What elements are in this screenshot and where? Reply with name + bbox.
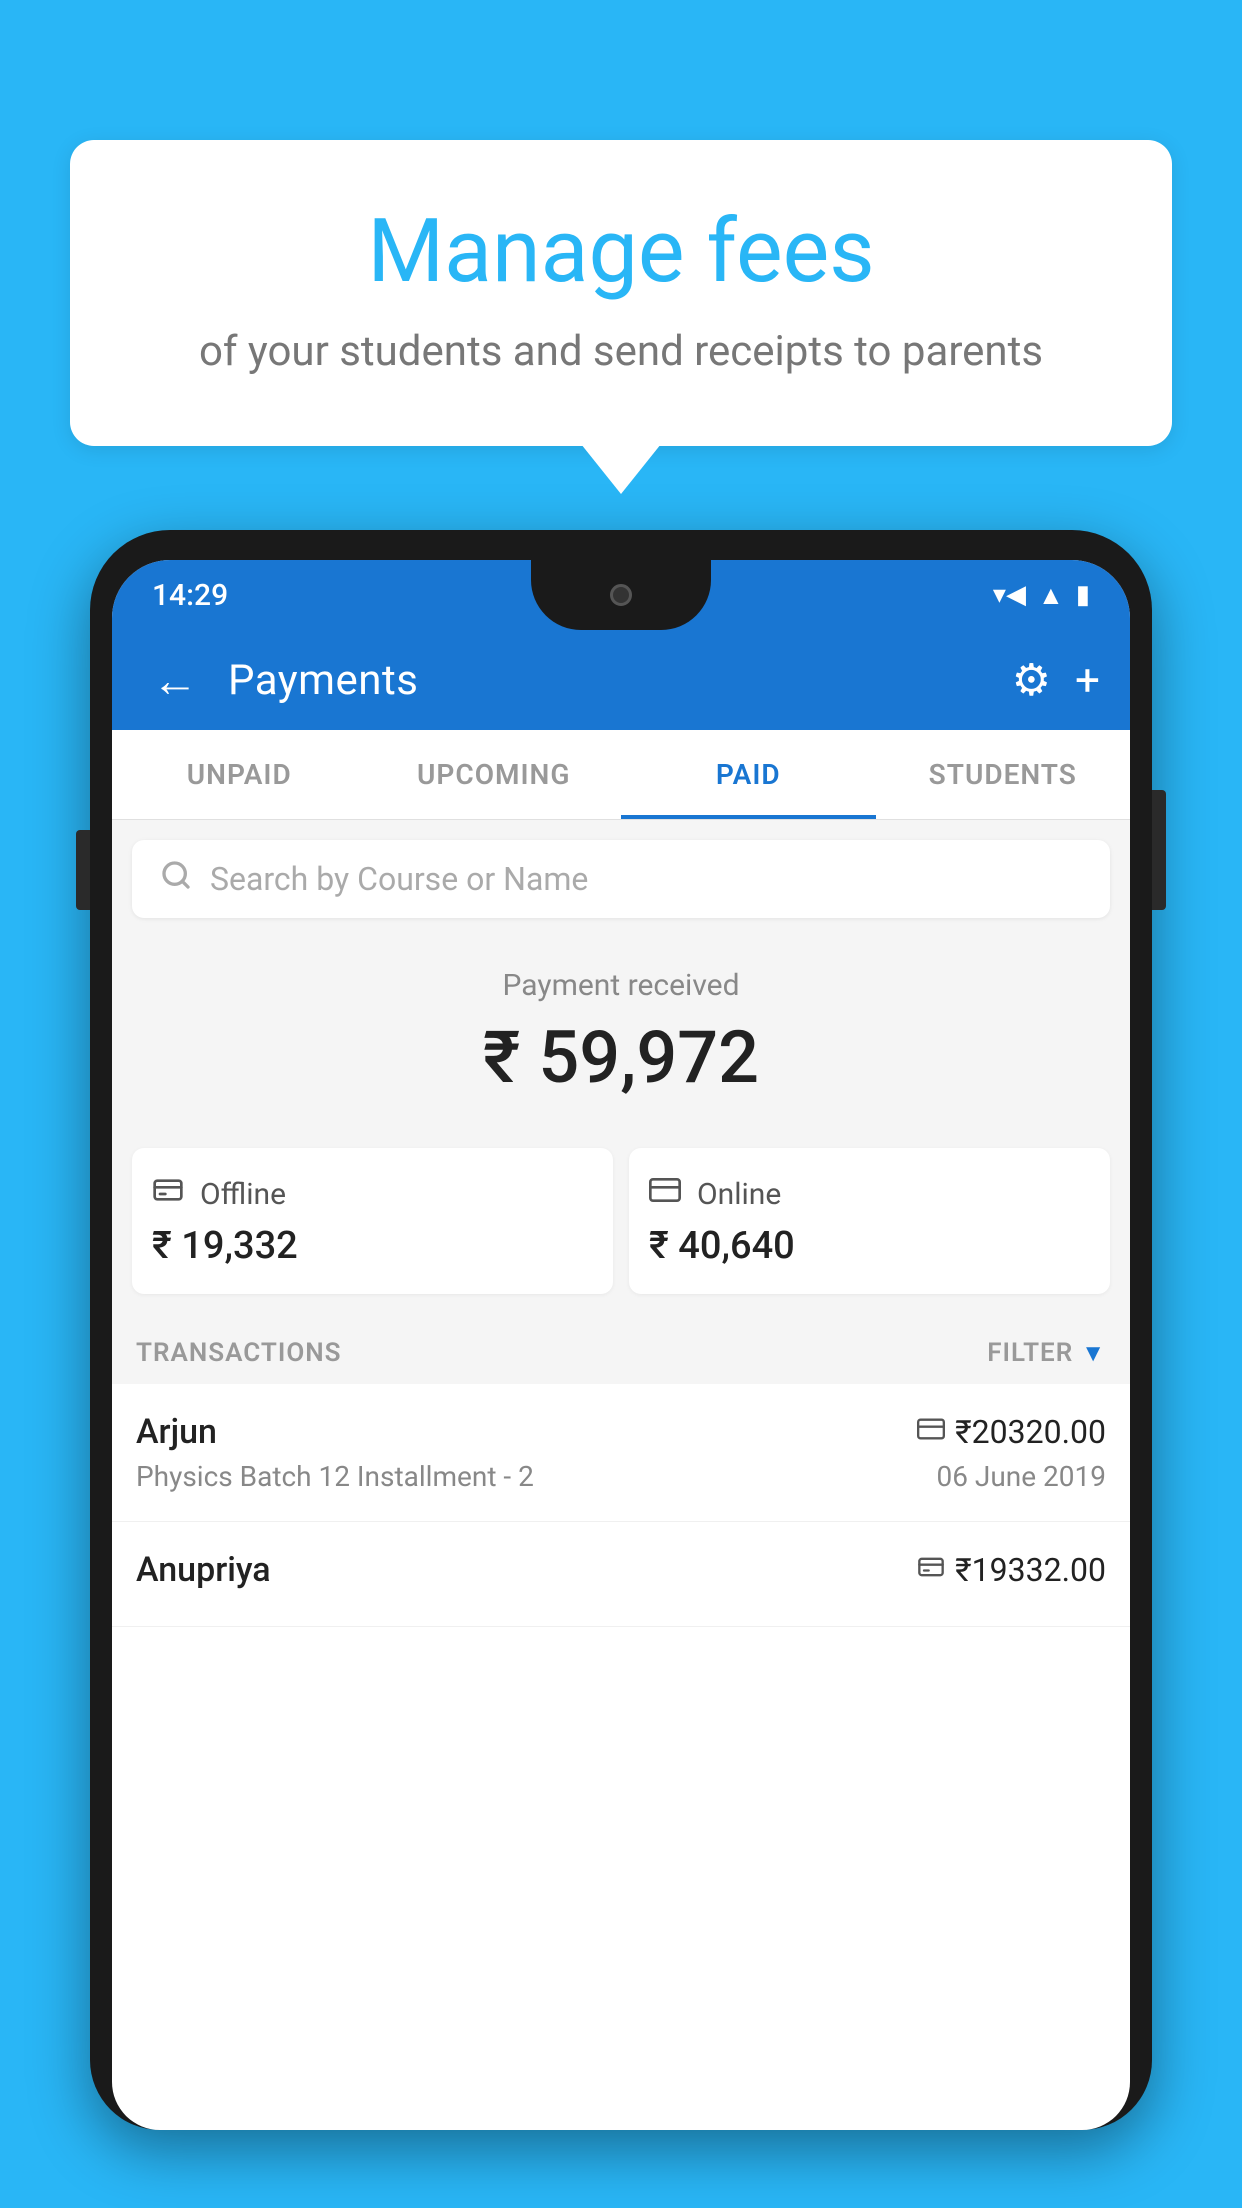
amount-row: ₹19332.00 [917,1551,1106,1589]
plus-icon[interactable]: + [1075,654,1100,706]
transaction-amount: ₹20320.00 [955,1413,1106,1451]
student-name: Anupriya [136,1550,271,1590]
offline-payment-card: Offline ₹ 19,332 [132,1148,613,1294]
app-bar-title: Payments [228,656,992,705]
payment-summary: Payment received ₹ 59,972 [112,938,1130,1148]
speech-bubble: Manage fees of your students and send re… [70,140,1172,446]
student-name: Arjun [136,1412,217,1452]
app-bar-icons: ⚙ + [1012,654,1100,706]
speech-bubble-container: Manage fees of your students and send re… [70,140,1172,446]
offline-icon [152,1174,184,1214]
tab-paid[interactable]: PAID [621,730,876,819]
payment-received-label: Payment received [132,968,1110,1003]
course-info: Physics Batch 12 Installment - 2 [136,1460,534,1493]
transaction-amount: ₹19332.00 [955,1551,1106,1589]
search-bar[interactable]: Search by Course or Name [132,840,1110,918]
phone-outer: 14:29 ▾◀ ▲ ▮ ← Payments ⚙ + [90,530,1152,2130]
filter-icon: ▼ [1081,1339,1106,1368]
speech-bubble-title: Manage fees [150,200,1092,303]
search-icon [160,858,192,900]
app-bar: ← Payments ⚙ + [112,630,1130,730]
offline-label: Offline [200,1177,286,1212]
signal-icon: ▲ [1038,580,1064,611]
status-bar: 14:29 ▾◀ ▲ ▮ [112,560,1130,630]
online-label: Online [697,1177,781,1212]
phone-container: 14:29 ▾◀ ▲ ▮ ← Payments ⚙ + [90,530,1152,2208]
transaction-item[interactable]: Arjun ₹20320.00 [112,1384,1130,1522]
payment-modes: Offline ₹ 19,332 Online [132,1148,1110,1294]
transactions-label: TRANSACTIONS [136,1338,342,1368]
status-time: 14:29 [152,578,228,613]
tab-unpaid[interactable]: UNPAID [112,730,367,819]
payment-total-amount: ₹ 59,972 [132,1015,1110,1100]
battery-icon: ▮ [1076,580,1090,610]
online-payment-card: Online ₹ 40,640 [629,1148,1110,1294]
back-button[interactable]: ← [142,643,208,718]
phone-inner: 14:29 ▾◀ ▲ ▮ ← Payments ⚙ + [112,560,1130,2130]
speech-bubble-subtitle: of your students and send receipts to pa… [150,327,1092,376]
search-placeholder: Search by Course or Name [210,860,588,898]
tab-students[interactable]: STUDENTS [876,730,1131,819]
transactions-header: TRANSACTIONS FILTER ▼ [112,1318,1130,1384]
content-area: Search by Course or Name Payment receive… [112,820,1130,1627]
camera-dot [610,584,632,606]
tab-upcoming[interactable]: UPCOMING [367,730,622,819]
notch [531,560,711,630]
wifi-icon: ▾◀ [993,580,1026,610]
transactions-list: Arjun ₹20320.00 [112,1384,1130,1627]
transaction-item[interactable]: Anupriya ₹19332.00 [112,1522,1130,1627]
online-icon [649,1174,681,1214]
filter-button[interactable]: FILTER ▼ [987,1338,1106,1368]
offline-amount: ₹ 19,332 [152,1224,593,1268]
tabs-container: UNPAID UPCOMING PAID STUDENTS [112,730,1130,820]
gear-icon[interactable]: ⚙ [1012,654,1051,706]
online-amount: ₹ 40,640 [649,1224,1090,1268]
transaction-date: 06 June 2019 [936,1460,1106,1493]
offline-pay-icon [917,1553,945,1588]
card-icon [917,1415,945,1450]
amount-row: ₹20320.00 [917,1413,1106,1451]
status-icons: ▾◀ ▲ ▮ [993,580,1090,611]
